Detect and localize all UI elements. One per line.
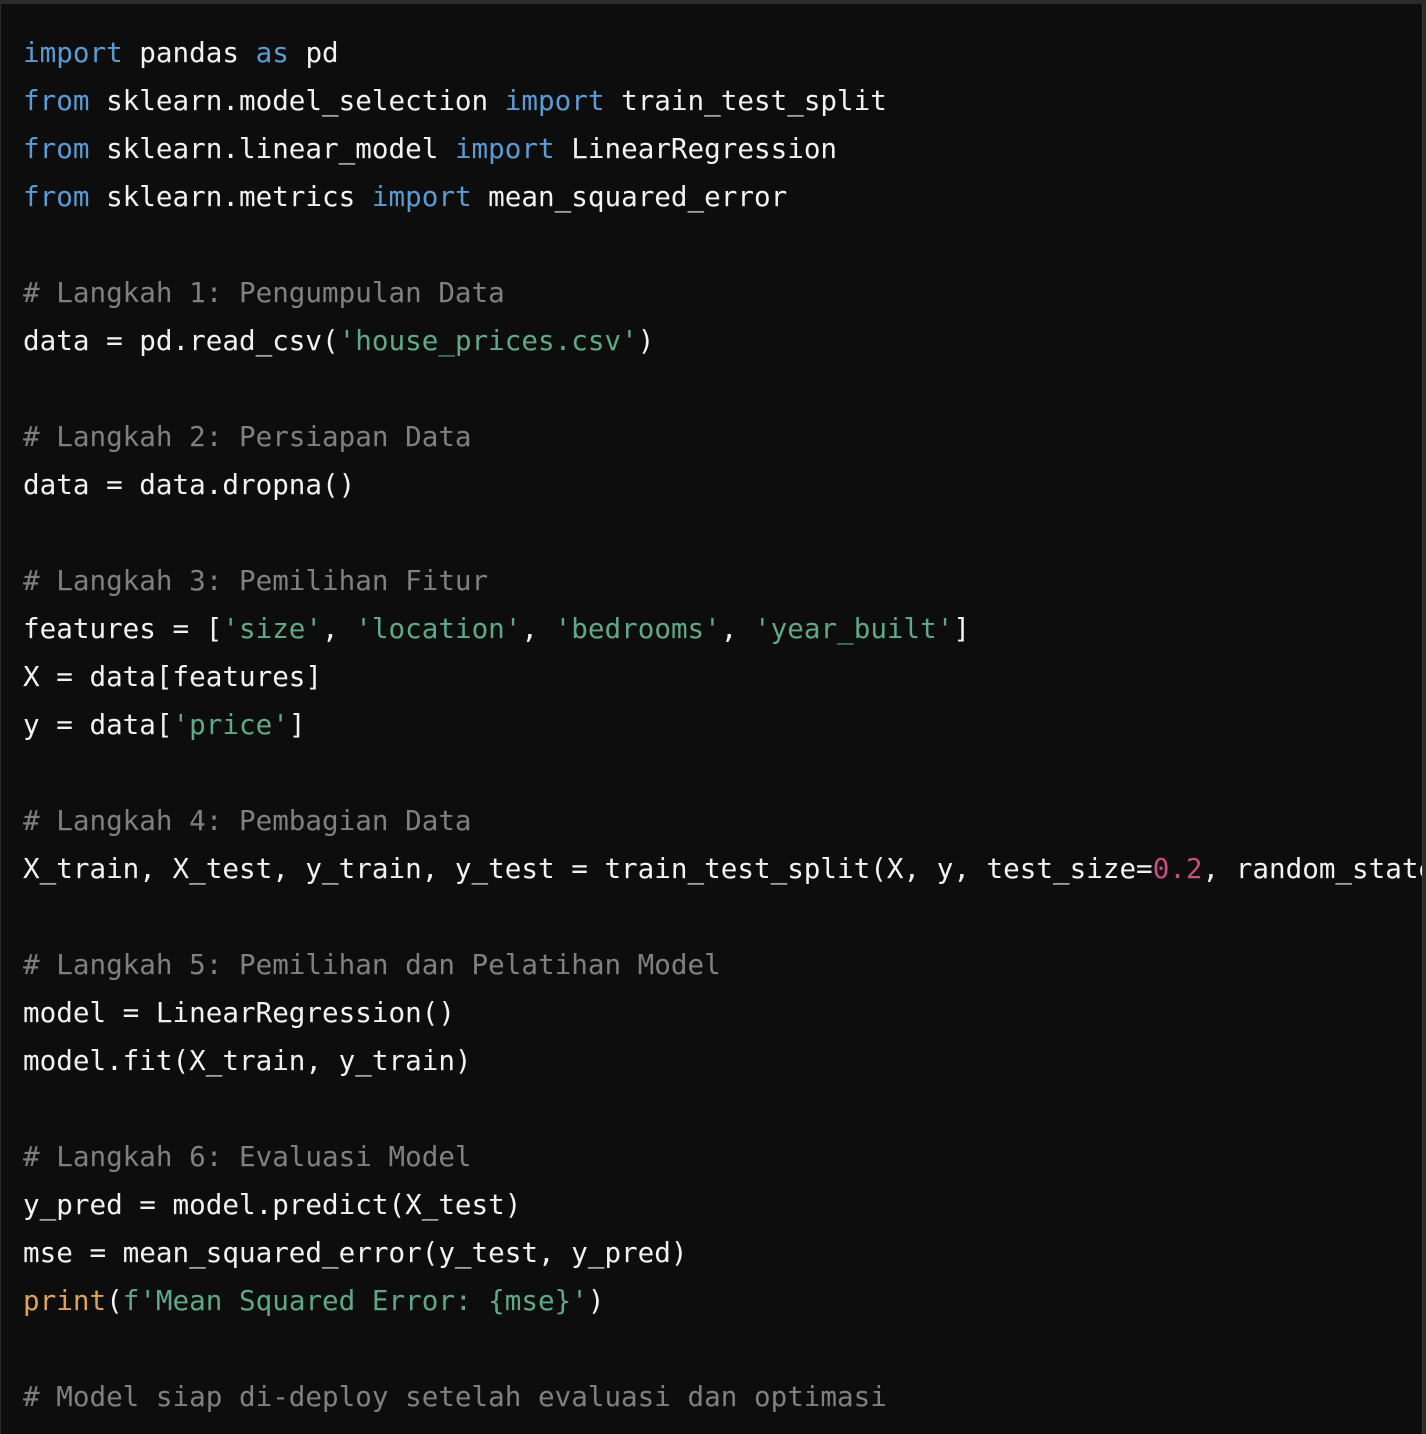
text-token: data = pd.read_csv( bbox=[23, 324, 339, 357]
text-token: ] bbox=[953, 612, 971, 645]
text-token: , random_state= bbox=[1202, 852, 1422, 885]
text-token: y = data[ bbox=[23, 708, 173, 741]
text-token: pd bbox=[288, 36, 339, 69]
code-line: model.fit(X_train, y_train) bbox=[23, 1037, 1422, 1085]
code-line: # Model siap di-deploy setelah evaluasi … bbox=[23, 1373, 1422, 1421]
code-line: # Langkah 4: Pembagian Data bbox=[23, 797, 1422, 845]
keyword-token: import bbox=[504, 84, 605, 117]
text-token: , bbox=[322, 612, 356, 645]
string-token: 'size' bbox=[222, 612, 323, 645]
text-token: mean_squared_error bbox=[471, 180, 788, 213]
comment-token: # Langkah 3: Pemilihan Fitur bbox=[23, 564, 489, 597]
code-block: import pandas as pd from sklearn.model_se… bbox=[1, 4, 1423, 1434]
text-token: ] bbox=[288, 708, 306, 741]
code-line: data = data.dropna() bbox=[23, 461, 1422, 509]
code-line: data = pd.read_csv('house_prices.csv') bbox=[23, 317, 1422, 365]
text-token: sklearn.metrics bbox=[89, 180, 372, 213]
comment-token: # Langkah 5: Pemilihan dan Pelatihan Mod… bbox=[23, 948, 721, 981]
comment-token: # Langkah 1: Pengumpulan Data bbox=[23, 276, 505, 309]
text-token: data = data.dropna() bbox=[23, 468, 356, 501]
text-token: ) bbox=[637, 324, 655, 357]
code-line: # Langkah 3: Pemilihan Fitur bbox=[23, 557, 1422, 605]
code-line: from sklearn.metrics import mean_squared… bbox=[23, 173, 1422, 221]
code-line: print(f'Mean Squared Error: {mse}') bbox=[23, 1277, 1422, 1325]
text-token: model = LinearRegression() bbox=[23, 996, 455, 1029]
text-token: sklearn.linear_model bbox=[89, 132, 455, 165]
text-token: X_train, X_test, y_train, y_test = train… bbox=[23, 852, 1153, 885]
code-line: import pandas as pd bbox=[23, 29, 1422, 77]
code-line: features = ['size', 'location', 'bedroom… bbox=[23, 605, 1422, 653]
string-token: 'year_built' bbox=[754, 612, 954, 645]
text-token: y_pred = model.predict(X_test) bbox=[23, 1188, 522, 1221]
code-line: X = data[features] bbox=[23, 653, 1422, 701]
number-token: 0.2 bbox=[1152, 852, 1203, 885]
keyword-token: from bbox=[23, 180, 90, 213]
comment-token: # Langkah 6: Evaluasi Model bbox=[23, 1140, 472, 1173]
text-token: mse = mean_squared_error(y_test, y_pred) bbox=[23, 1236, 688, 1269]
keyword-token: from bbox=[23, 132, 90, 165]
keyword-token: from bbox=[23, 84, 90, 117]
code-content[interactable]: import pandas as pd from sklearn.model_se… bbox=[1, 4, 1422, 1421]
keyword-token: import bbox=[23, 36, 123, 69]
code-line: model = LinearRegression() bbox=[23, 989, 1422, 1037]
text-token: LinearRegression bbox=[554, 132, 838, 165]
string-token: 'bedrooms' bbox=[554, 612, 721, 645]
string-token: f'Mean Squared Error: {mse}' bbox=[122, 1284, 588, 1317]
code-line: # Langkah 2: Persiapan Data bbox=[23, 413, 1422, 461]
code-line: mse = mean_squared_error(y_test, y_pred) bbox=[23, 1229, 1422, 1277]
text-token: sklearn.model_selection bbox=[89, 84, 505, 117]
comment-token: # Langkah 4: Pembagian Data bbox=[23, 804, 472, 837]
keyword-token: import bbox=[454, 132, 555, 165]
text-token: features = [ bbox=[23, 612, 223, 645]
code-line: from sklearn.model_selection import trai… bbox=[23, 77, 1422, 125]
code-line: y = data['price'] bbox=[23, 701, 1422, 749]
text-token: train_test_split bbox=[604, 84, 887, 117]
text-token: model.fit(X_train, y_train) bbox=[23, 1044, 472, 1077]
code-line: y_pred = model.predict(X_test) bbox=[23, 1181, 1422, 1229]
text-token: ) bbox=[587, 1284, 605, 1317]
text-token: pandas bbox=[122, 36, 256, 69]
keyword-token: import bbox=[371, 180, 472, 213]
string-token: 'house_prices.csv' bbox=[338, 324, 638, 357]
text-token: ( bbox=[106, 1284, 123, 1317]
string-token: 'price' bbox=[172, 708, 289, 741]
string-token: 'location' bbox=[355, 612, 522, 645]
text-token: , bbox=[521, 612, 555, 645]
code-line: # Langkah 1: Pengumpulan Data bbox=[23, 269, 1422, 317]
code-line: from sklearn.linear_model import LinearR… bbox=[23, 125, 1422, 173]
code-line: # Langkah 6: Evaluasi Model bbox=[23, 1133, 1422, 1181]
keyword-token: as bbox=[255, 36, 289, 69]
code-line: X_train, X_test, y_train, y_test = train… bbox=[23, 845, 1422, 893]
text-token: X = data[features] bbox=[23, 660, 323, 693]
comment-token: # Langkah 2: Persiapan Data bbox=[23, 420, 472, 453]
code-line: # Langkah 5: Pemilihan dan Pelatihan Mod… bbox=[23, 941, 1422, 989]
builtin-token: print bbox=[23, 1284, 107, 1317]
text-token: , bbox=[720, 612, 755, 645]
comment-token: # Model siap di-deploy setelah evaluasi … bbox=[23, 1380, 887, 1413]
